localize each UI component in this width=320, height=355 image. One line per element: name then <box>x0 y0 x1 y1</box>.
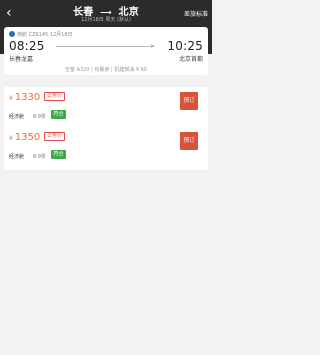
aircraft-meta: 空客 A320 | 有餐食 | 机建燃油 ¥ 60 <box>64 67 147 73</box>
fare-price: ¥1330 <box>9 92 40 103</box>
flight-arrow-icon <box>56 44 155 48</box>
fare-discount: 8.9折 <box>33 114 46 120</box>
fare-type-tag: 公务行 <box>44 132 66 141</box>
currency-symbol: ¥ <box>9 95 13 102</box>
departure-airport: 长春龙嘉 <box>9 56 34 63</box>
travel-policy-link[interactable]: 差旅标准 <box>184 9 208 18</box>
date-subtitle: 12月18日 周天 (默认) <box>81 17 131 23</box>
fare-discount: 8.9折 <box>33 154 46 160</box>
book-button[interactable]: 预订 <box>180 92 198 110</box>
airline-info: 南航 CZ6145 12月18日 <box>9 31 73 38</box>
currency-symbol: ¥ <box>9 135 13 142</box>
arrival-airport: 北京首都 <box>178 56 203 63</box>
policy-compliance-badge[interactable]: 符合 <box>51 150 66 159</box>
fare-price-value: 1330 <box>14 92 41 103</box>
policy-compliance-badge[interactable]: 符合 <box>51 110 66 119</box>
fare-type-tag: 公务行 <box>44 92 66 101</box>
fare-price-value: 1350 <box>14 132 41 143</box>
arrival-time: 10:25 <box>167 39 203 53</box>
fare-option: ¥1330 公务行 经济舱 8.9折 符合 预订 <box>4 87 208 130</box>
airline-info-text: 南航 CZ6145 12月18日 <box>17 32 73 38</box>
flight-summary-card: 南航 CZ6145 12月18日 08:25 10:25 长春龙嘉 北京首都 空… <box>4 27 208 75</box>
cabin-class: 经济舱 <box>9 114 25 120</box>
cabin-class: 经济舱 <box>9 154 25 160</box>
book-button[interactable]: 预订 <box>180 132 198 150</box>
airline-logo-icon <box>9 31 15 37</box>
fare-price: ¥1350 <box>9 132 40 143</box>
fare-option: ¥1350 公务行 经济舱 8.9折 符合 预订 <box>4 127 208 170</box>
departure-time: 08:25 <box>9 39 45 53</box>
